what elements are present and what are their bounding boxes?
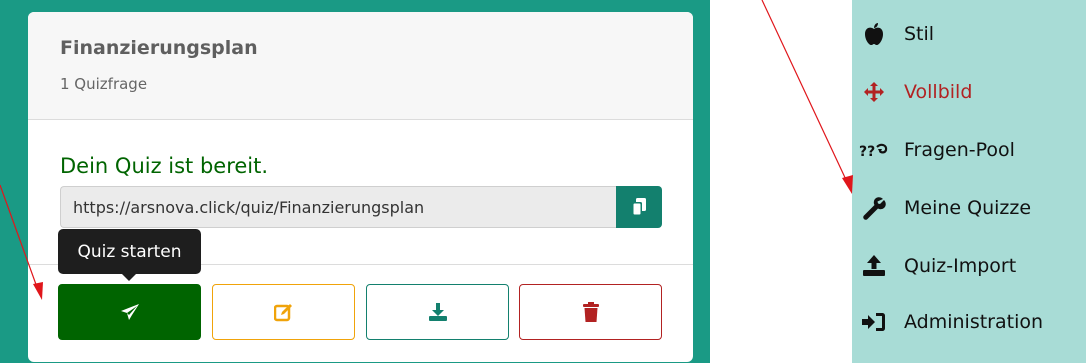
quiz-panel-frame: Finanzierungsplan 1 Quizfrage Dein Quiz … xyxy=(0,0,710,363)
menu-item-fragen-pool[interactable]: ?? Fragen-Pool xyxy=(852,130,1086,170)
upload-icon xyxy=(858,250,890,282)
menu-label-vollbild: Vollbild xyxy=(904,81,973,103)
menu-label-meine-quizze: Meine Quizze xyxy=(904,197,1032,219)
quiz-ready-message: Dein Quiz ist bereit. xyxy=(60,154,269,178)
sign-in-icon xyxy=(858,306,890,338)
annotation-arrow-right xyxy=(761,0,849,185)
question-pool-icon: ?? xyxy=(858,134,890,166)
menu-label-quiz-import: Quiz-Import xyxy=(904,255,1017,277)
export-quiz-button[interactable] xyxy=(366,284,509,340)
edit-quiz-button[interactable] xyxy=(212,284,355,340)
wrench-icon xyxy=(858,192,890,224)
copy-url-button[interactable] xyxy=(616,186,662,228)
svg-text:??: ?? xyxy=(859,144,875,159)
menu-label-fragen-pool: Fragen-Pool xyxy=(904,139,1015,161)
quiz-url-group xyxy=(60,186,662,230)
menu-item-meine-quizze[interactable]: Meine Quizze xyxy=(852,188,1086,228)
download-icon xyxy=(428,303,447,321)
menu-item-stil[interactable]: Stil xyxy=(852,14,1086,54)
menu-item-vollbild[interactable]: Vollbild xyxy=(852,72,1086,112)
menu-item-quiz-import[interactable]: Quiz-Import xyxy=(852,246,1086,286)
tooltip-arrow xyxy=(122,274,136,281)
quiz-question-count: 1 Quizfrage xyxy=(60,75,148,93)
quiz-card-header: Finanzierungsplan 1 Quizfrage xyxy=(28,12,693,120)
start-quiz-button[interactable] xyxy=(58,284,201,340)
apple-icon xyxy=(858,18,890,50)
paper-plane-icon xyxy=(120,304,139,320)
trash-icon xyxy=(582,302,599,322)
quiz-title: Finanzierungsplan xyxy=(60,37,258,59)
menu-label-administration: Administration xyxy=(904,311,1044,333)
quiz-card: Finanzierungsplan 1 Quizfrage Dein Quiz … xyxy=(28,12,693,362)
quiz-url-field[interactable] xyxy=(60,186,616,228)
menu-item-administration[interactable]: Administration xyxy=(852,302,1086,342)
menu-label-stil: Stil xyxy=(904,23,935,45)
delete-quiz-button[interactable] xyxy=(519,284,662,340)
arrows-move-icon xyxy=(858,76,890,108)
start-quiz-tooltip: Quiz starten xyxy=(58,229,201,274)
copy-icon xyxy=(632,198,646,216)
edit-icon xyxy=(273,304,292,322)
side-menu: Stil Vollbild ?? Fragen-Pool Meine Quizz… xyxy=(852,0,1086,363)
